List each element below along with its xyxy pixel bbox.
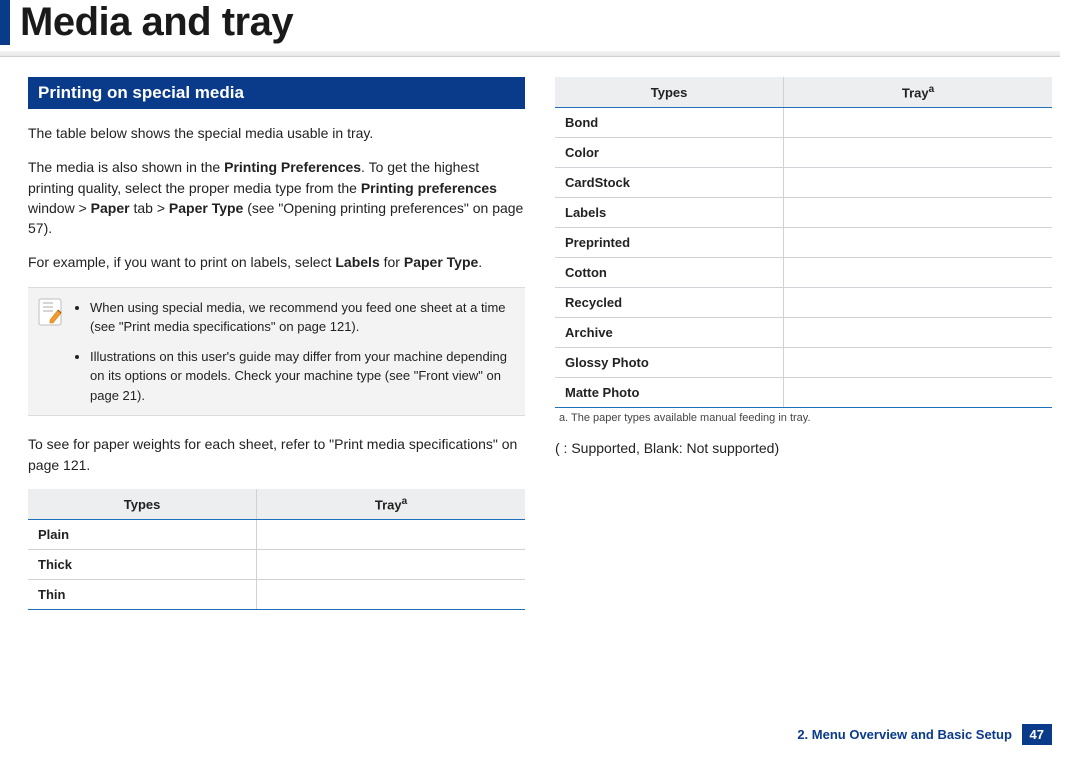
table-row: CardStock <box>555 168 1052 198</box>
tray-cell <box>257 580 525 610</box>
table-row: Preprinted <box>555 228 1052 258</box>
table-row: Glossy Photo <box>555 348 1052 378</box>
th-tray: Traya <box>784 77 1052 108</box>
type-cell: CardStock <box>555 168 784 198</box>
intro-paragraph: The table below shows the special media … <box>28 123 525 143</box>
th-tray-sup: a <box>402 496 408 507</box>
tray-cell <box>784 228 1052 258</box>
legend-paragraph: ( : Supported, Blank: Not supported) <box>555 438 1052 458</box>
table-row: Plain <box>28 520 525 550</box>
type-cell: Bond <box>555 108 784 138</box>
tray-cell <box>784 258 1052 288</box>
example-paragraph: For example, if you want to print on lab… <box>28 252 525 272</box>
th-types: Types <box>555 77 784 108</box>
preferences-paragraph: The media is also shown in the Printing … <box>28 157 525 238</box>
tray-cell <box>784 348 1052 378</box>
text: for <box>380 254 404 270</box>
tray-cell <box>784 318 1052 348</box>
media-table-right: Types Traya Bond Color CardStock Labels … <box>555 77 1052 408</box>
page-title: Media and tray <box>20 0 1080 45</box>
th-types: Types <box>28 489 257 520</box>
table-row: Thick <box>28 550 525 580</box>
tray-cell <box>784 108 1052 138</box>
title-divider <box>0 51 1060 57</box>
text: The media is also shown in the <box>28 159 224 175</box>
type-cell: Preprinted <box>555 228 784 258</box>
bold-paper-type: Paper Type <box>169 200 243 216</box>
type-cell: Color <box>555 138 784 168</box>
text: . <box>478 254 482 270</box>
media-table-right-body: Bond Color CardStock Labels Preprinted C… <box>555 108 1052 408</box>
table-row: Matte Photo <box>555 378 1052 408</box>
media-table-left: Types Traya Plain Thick Thin <box>28 489 525 610</box>
table-row: Thin <box>28 580 525 610</box>
table-row: Cotton <box>555 258 1052 288</box>
type-cell: Recycled <box>555 288 784 318</box>
note-item-1: When using special media, we recommend y… <box>90 298 513 337</box>
footer-chapter: 2. Menu Overview and Basic Setup <box>797 727 1012 742</box>
weights-paragraph: To see for paper weights for each sheet,… <box>28 434 525 475</box>
table-row: Color <box>555 138 1052 168</box>
media-table-left-body: Plain Thick Thin <box>28 520 525 610</box>
bold-paper: Paper <box>91 200 130 216</box>
right-column: Types Traya Bond Color CardStock Labels … <box>555 77 1052 610</box>
type-cell: Thin <box>28 580 257 610</box>
text: window > <box>28 200 91 216</box>
note-box: When using special media, we recommend y… <box>28 287 525 417</box>
footer: 2. Menu Overview and Basic Setup 47 <box>797 724 1052 745</box>
note-icon <box>38 298 62 326</box>
table-row: Bond <box>555 108 1052 138</box>
content-columns: Printing on special media The table belo… <box>0 77 1080 610</box>
type-cell: Cotton <box>555 258 784 288</box>
table-row: Labels <box>555 198 1052 228</box>
text: For example, if you want to print on lab… <box>28 254 335 270</box>
bold-printing-preferences-2: Printing preferences <box>361 180 497 196</box>
page-number: 47 <box>1022 724 1052 745</box>
th-tray-label: Tray <box>902 85 929 100</box>
th-tray-sup: a <box>929 84 935 95</box>
th-tray: Traya <box>257 489 525 520</box>
page-title-bar: Media and tray <box>0 0 1080 45</box>
table-footnote: a. The paper types available manual feed… <box>559 412 1052 424</box>
table-row: Recycled <box>555 288 1052 318</box>
type-cell: Matte Photo <box>555 378 784 408</box>
bold-paper-type-2: Paper Type <box>404 254 478 270</box>
left-column: Printing on special media The table belo… <box>28 77 525 610</box>
type-cell: Plain <box>28 520 257 550</box>
type-cell: Labels <box>555 198 784 228</box>
th-tray-label: Tray <box>375 497 402 512</box>
tray-cell <box>257 550 525 580</box>
tray-cell <box>784 288 1052 318</box>
note-item-2: Illustrations on this user's guide may d… <box>90 347 513 406</box>
tray-cell <box>784 378 1052 408</box>
tray-cell <box>257 520 525 550</box>
bold-printing-preferences: Printing Preferences <box>224 159 361 175</box>
bold-labels: Labels <box>335 254 379 270</box>
table-row: Archive <box>555 318 1052 348</box>
type-cell: Thick <box>28 550 257 580</box>
text: tab > <box>130 200 169 216</box>
tray-cell <box>784 198 1052 228</box>
type-cell: Archive <box>555 318 784 348</box>
tray-cell <box>784 138 1052 168</box>
tray-cell <box>784 168 1052 198</box>
type-cell: Glossy Photo <box>555 348 784 378</box>
section-heading: Printing on special media <box>28 77 525 109</box>
